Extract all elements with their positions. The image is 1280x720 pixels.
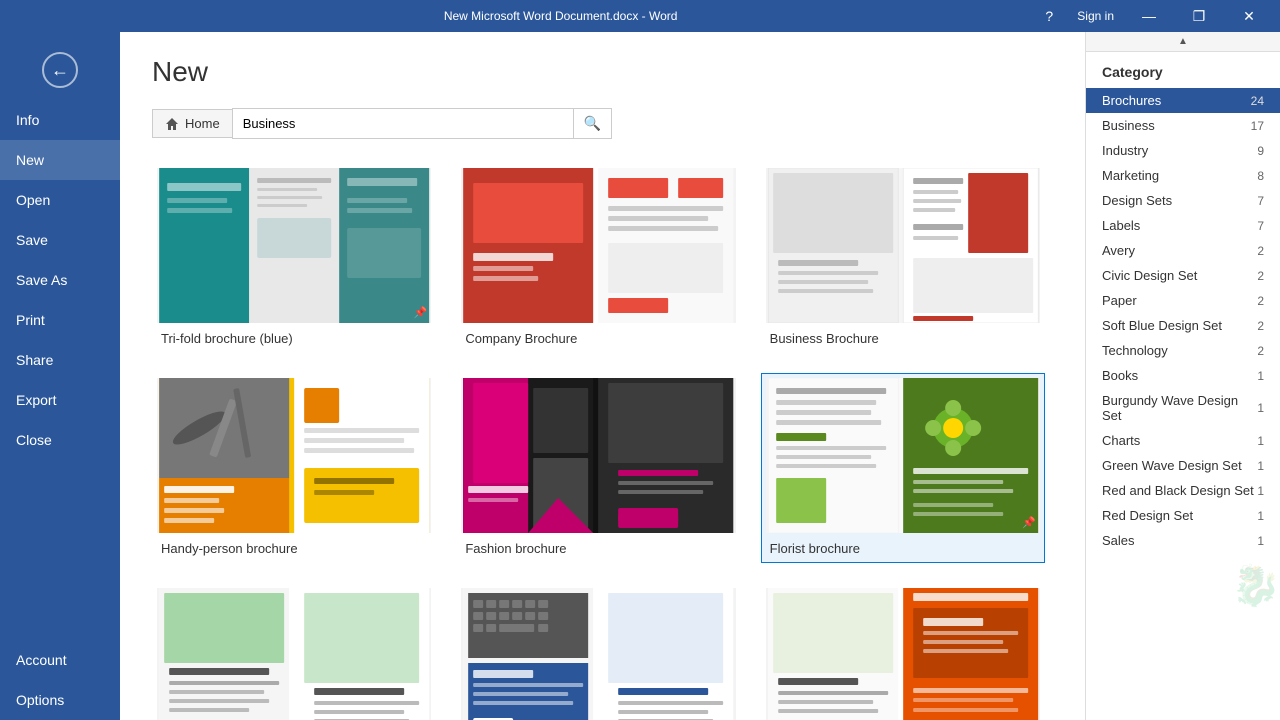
decorative-watermark: 🐉 — [1086, 553, 1280, 613]
templates-grid: 📌 Tri-fold brochure (blue) — [152, 163, 1053, 720]
right-panel: ▲ Category Brochures 24 Business 17 Indu… — [1085, 32, 1280, 720]
sidebar-item-save-as[interactable]: Save As — [0, 260, 120, 300]
category-item-business[interactable]: Business 17 — [1086, 113, 1280, 138]
template-card-trifold[interactable]: 📌 Tri-fold brochure (blue) — [152, 163, 436, 353]
sidebar-item-export[interactable]: Export — [0, 380, 120, 420]
template-thumb-trifold: 📌 — [157, 168, 431, 323]
template-thumb-handyperson — [157, 378, 431, 533]
template-thumb-business — [766, 168, 1040, 323]
category-item-paper[interactable]: Paper 2 — [1086, 288, 1280, 313]
template-thumb-keyboard — [461, 588, 735, 720]
category-item-red-design[interactable]: Red Design Set 1 — [1086, 503, 1280, 528]
close-button[interactable]: ✕ — [1226, 0, 1272, 32]
sidebar-item-new[interactable]: New — [0, 140, 120, 180]
sidebar: ← Info New Open Save Save As Print Share… — [0, 32, 120, 720]
template-card-handyperson[interactable]: Handy-person brochure — [152, 373, 436, 563]
template-thumb-fashion — [461, 378, 735, 533]
sidebar-item-account[interactable]: Account — [0, 640, 120, 680]
back-button[interactable]: ← — [0, 40, 120, 100]
template-label-trifold: Tri-fold brochure (blue) — [157, 329, 431, 348]
template-card-company[interactable]: Company Brochure — [456, 163, 740, 353]
category-item-charts[interactable]: Charts 1 — [1086, 428, 1280, 453]
pin-icon-florist: 📌 — [1022, 516, 1036, 529]
category-item-burgundy-wave[interactable]: Burgundy Wave Design Set 1 — [1086, 388, 1280, 428]
template-label-business: Business Brochure — [766, 329, 1040, 348]
home-icon — [165, 117, 179, 131]
category-item-labels[interactable]: Labels 7 — [1086, 213, 1280, 238]
category-item-industry[interactable]: Industry 9 — [1086, 138, 1280, 163]
sidebar-item-close[interactable]: Close — [0, 420, 120, 460]
template-label-fashion: Fashion brochure — [461, 539, 735, 558]
category-item-brochures[interactable]: Brochures 24 — [1086, 88, 1280, 113]
template-label-handyperson: Handy-person brochure — [157, 539, 431, 558]
search-button[interactable]: 🔍 — [573, 109, 611, 138]
category-item-soft-blue[interactable]: Soft Blue Design Set 2 — [1086, 313, 1280, 338]
category-item-marketing[interactable]: Marketing 8 — [1086, 163, 1280, 188]
category-item-books[interactable]: Books 1 — [1086, 363, 1280, 388]
template-card-keyboard[interactable]: Modern brochure — [456, 583, 740, 720]
category-item-design-sets[interactable]: Design Sets 7 — [1086, 188, 1280, 213]
window-title: New Microsoft Word Document.docx - Word — [88, 9, 1033, 23]
main-content: New Home 🔍 — [120, 32, 1085, 720]
template-card-green[interactable]: Green brochure — [152, 583, 436, 720]
sidebar-item-open[interactable]: Open — [0, 180, 120, 220]
template-label-florist: Florist brochure — [766, 539, 1040, 558]
back-circle-icon[interactable]: ← — [42, 52, 78, 88]
app-body: ← Info New Open Save Save As Print Share… — [0, 32, 1280, 720]
template-card-orange[interactable]: Orange brochure — [761, 583, 1045, 720]
category-item-technology[interactable]: Technology 2 — [1086, 338, 1280, 363]
pin-icon: 📌 — [414, 306, 428, 319]
search-input-wrap: 🔍 — [232, 108, 612, 139]
sidebar-item-info[interactable]: Info — [0, 100, 120, 140]
search-input[interactable] — [233, 110, 573, 137]
category-item-sales[interactable]: Sales 1 — [1086, 528, 1280, 553]
home-button[interactable]: Home — [152, 109, 232, 138]
template-card-fashion[interactable]: Fashion brochure — [456, 373, 740, 563]
search-bar: Home 🔍 — [152, 108, 1053, 139]
minimize-button[interactable]: — — [1126, 0, 1172, 32]
category-item-red-black[interactable]: Red and Black Design Set 1 — [1086, 478, 1280, 503]
sidebar-item-save[interactable]: Save — [0, 220, 120, 260]
page-title: New — [152, 56, 1053, 88]
sidebar-item-print[interactable]: Print — [0, 300, 120, 340]
template-thumb-florist: 📌 — [766, 378, 1040, 533]
template-thumb-green — [157, 588, 431, 720]
template-card-business[interactable]: Business Brochure — [761, 163, 1045, 353]
content-scroll[interactable]: New Home 🔍 — [120, 32, 1085, 720]
category-title: Category — [1086, 52, 1280, 88]
category-item-avery[interactable]: Avery 2 — [1086, 238, 1280, 263]
category-item-green-wave[interactable]: Green Wave Design Set 1 — [1086, 453, 1280, 478]
titlebar: New Microsoft Word Document.docx - Word … — [0, 0, 1280, 32]
category-item-civic-design-set[interactable]: Civic Design Set 2 — [1086, 263, 1280, 288]
help-button[interactable]: ? — [1033, 0, 1065, 32]
svg-text:🐉: 🐉 — [1231, 562, 1276, 608]
sidebar-item-share[interactable]: Share — [0, 340, 120, 380]
sign-in-btn[interactable]: Sign in — [1069, 9, 1122, 23]
template-label-company: Company Brochure — [461, 329, 735, 348]
restore-button[interactable]: ❐ — [1176, 0, 1222, 32]
template-card-florist[interactable]: 📌 Florist brochure — [761, 373, 1045, 563]
scroll-up-button[interactable]: ▲ — [1086, 32, 1280, 52]
sidebar-item-options[interactable]: Options — [0, 680, 120, 720]
template-thumb-company — [461, 168, 735, 323]
template-thumb-orange — [766, 588, 1040, 720]
